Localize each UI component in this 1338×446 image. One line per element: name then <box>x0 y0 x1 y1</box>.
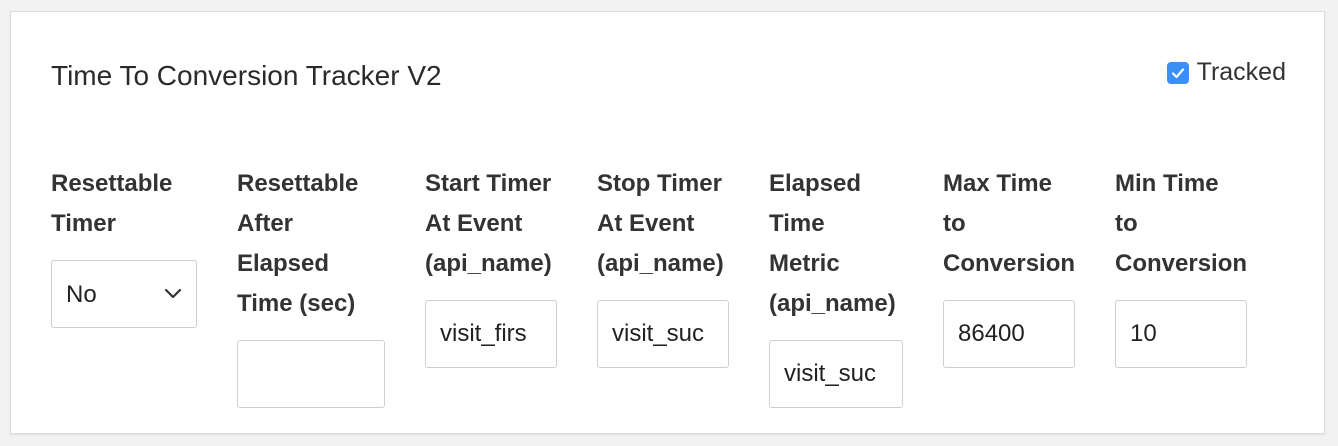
field-min-time: Min Time to Conversion 10 <box>1115 164 1255 368</box>
label-line: Resettable <box>237 170 359 197</box>
label-line: Resettable <box>51 170 173 197</box>
field-stop-timer: Stop Timer At Event (api_name) visit_suc <box>597 164 737 368</box>
card-title: Time To Conversion Tracker V2 <box>51 60 442 91</box>
field-start-timer: Start Timer At Event (api_name) visit_fi… <box>425 164 565 368</box>
field-max-time: Max Time to Conversion 86400 <box>943 164 1083 368</box>
label-line: to <box>1115 210 1138 237</box>
tracked-checkbox[interactable] <box>1166 61 1189 84</box>
resettable-timer-select[interactable]: No <box>51 260 197 328</box>
field-resettable-timer: Resettable Timer No <box>51 164 201 328</box>
label-line: Elapsed <box>237 250 330 277</box>
select-value: No <box>66 280 97 308</box>
label-line: At Event <box>597 210 695 237</box>
label-line: Max Time <box>943 170 1052 197</box>
label-line: Start Timer <box>425 170 552 197</box>
field-label: Resettable After Elapsed Time (sec) <box>237 164 387 324</box>
field-label: Max Time to Conversion <box>943 164 1083 284</box>
label-line: At Event <box>425 210 523 237</box>
label-line: (api_name) <box>597 250 724 277</box>
tracked-toggle[interactable]: Tracked <box>1166 58 1286 87</box>
field-label: Elapsed Time Metric (api_name) <box>769 164 909 324</box>
chevron-down-icon <box>164 288 182 299</box>
field-elapsed-metric: Elapsed Time Metric (api_name) visit_suc <box>769 164 909 408</box>
field-label: Resettable Timer <box>51 164 201 244</box>
label-line: Metric <box>769 250 840 277</box>
field-label: Min Time to Conversion <box>1115 164 1255 284</box>
label-line: Min Time <box>1115 170 1219 197</box>
label-line: Time <box>769 210 825 237</box>
check-icon <box>1171 67 1184 78</box>
max-time-input[interactable]: 86400 <box>943 300 1075 368</box>
label-line: Stop Timer <box>597 170 722 197</box>
label-line: Time (sec) <box>237 290 356 317</box>
label-line: Timer <box>51 210 116 237</box>
tracked-label: Tracked <box>1196 58 1286 86</box>
elapsed-metric-input[interactable]: visit_suc <box>769 340 903 408</box>
label-line: After <box>237 210 294 237</box>
label-line: Conversion <box>943 250 1076 277</box>
label-line: (api_name) <box>769 290 896 317</box>
label-line: Conversion <box>1115 250 1248 277</box>
field-label: Stop Timer At Event (api_name) <box>597 164 737 284</box>
tracker-card: Time To Conversion Tracker V2 Tracked Re… <box>10 11 1325 434</box>
label-line: to <box>943 210 966 237</box>
field-label: Start Timer At Event (api_name) <box>425 164 565 284</box>
min-time-input[interactable]: 10 <box>1115 300 1247 368</box>
stop-timer-input[interactable]: visit_suc <box>597 300 729 368</box>
field-resettable-after: Resettable After Elapsed Time (sec) <box>237 164 387 408</box>
label-line: Elapsed <box>769 170 862 197</box>
resettable-after-input[interactable] <box>237 340 385 408</box>
start-timer-input[interactable]: visit_firs <box>425 300 557 368</box>
label-line: (api_name) <box>425 250 552 277</box>
